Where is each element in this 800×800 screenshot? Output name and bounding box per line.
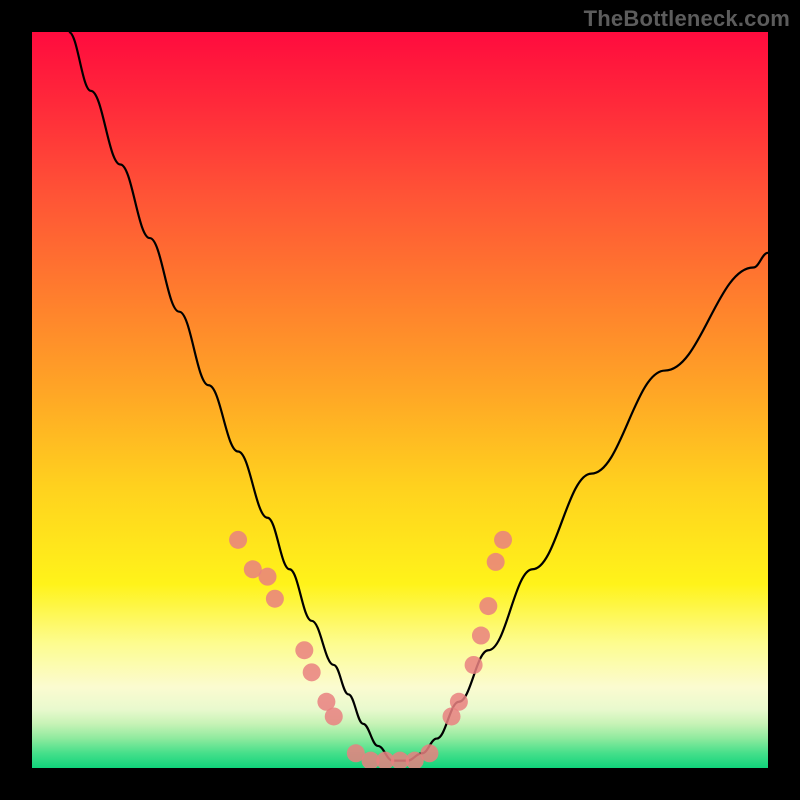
sample-points-right-point <box>487 553 505 571</box>
sample-points-left-point <box>303 663 321 681</box>
chart-stage: TheBottleneck.com <box>0 0 800 800</box>
sample-points-left-point <box>325 707 343 725</box>
sample-points-bottom-point <box>420 744 438 762</box>
sample-points-right-point <box>494 531 512 549</box>
sample-points-right-point <box>450 693 468 711</box>
series-group <box>69 32 768 768</box>
plot-area <box>32 32 768 768</box>
watermark-text: TheBottleneck.com <box>584 6 790 32</box>
sample-points-right-point <box>465 656 483 674</box>
sample-points-right-point <box>472 627 490 645</box>
sample-points-right-point <box>479 597 497 615</box>
chart-svg <box>32 32 768 768</box>
sample-points-left-point <box>266 590 284 608</box>
bottleneck-curve <box>69 32 768 761</box>
sample-points-left-point <box>295 641 313 659</box>
sample-points-left-point <box>229 531 247 549</box>
sample-points-left-point <box>259 568 277 586</box>
